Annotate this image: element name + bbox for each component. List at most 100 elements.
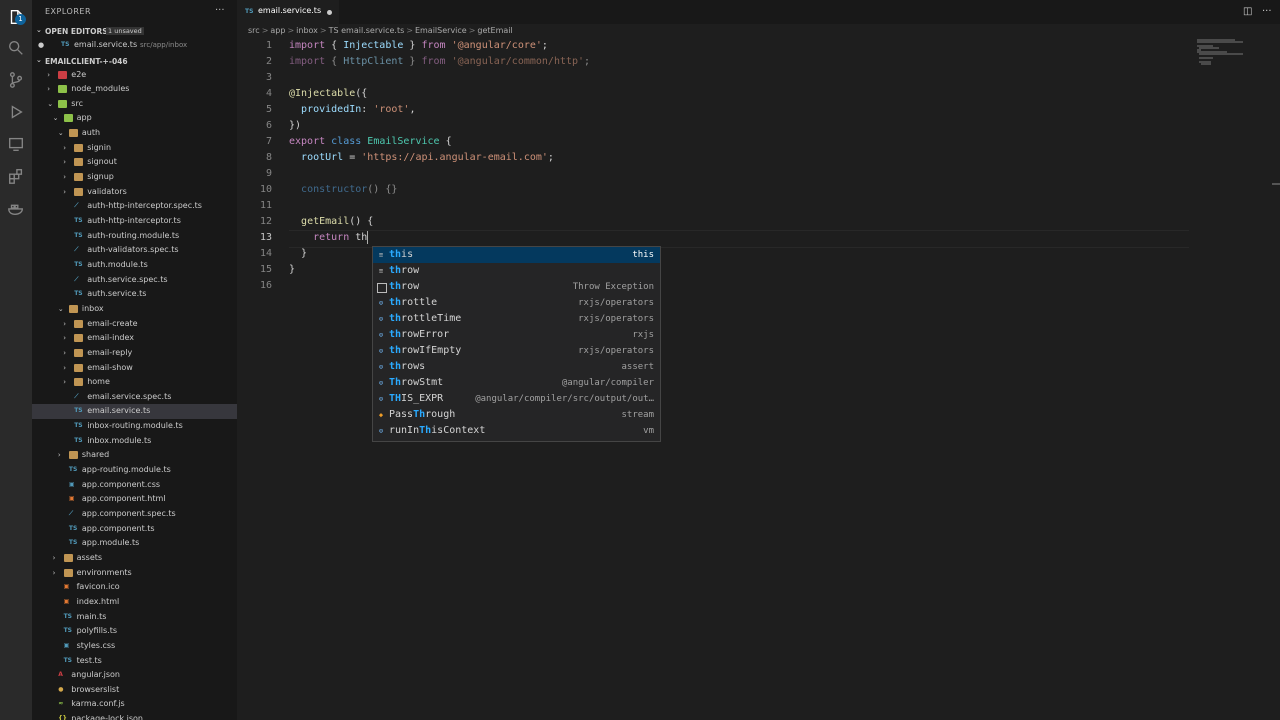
folder-signout[interactable]: › signout <box>32 155 237 170</box>
breadcrumb-item[interactable]: TS email.service.ts <box>329 26 405 35</box>
suggestion-item[interactable]: ⊙ THIS_EXPR @angular/compiler/src/output/o… <box>373 391 660 407</box>
suggestion-item[interactable]: ≡ this this <box>373 247 660 263</box>
suggestion-label: throws <box>389 361 426 372</box>
remote-explorer-icon[interactable] <box>6 134 26 154</box>
breadcrumb-item[interactable]: src <box>248 26 260 35</box>
code-line[interactable]: 3 <box>237 70 1267 86</box>
line-number: 8 <box>265 152 272 163</box>
suggestion-item[interactable]: ⊙ throttle rxjs/operators <box>373 295 660 311</box>
scrollbar-thumb[interactable] <box>1272 183 1280 185</box>
tab-email-service[interactable]: TS email.service.ts <box>237 0 339 24</box>
breadcrumb-item[interactable]: getEmail <box>477 26 512 35</box>
minimap[interactable] <box>1195 38 1265 68</box>
file-test.ts[interactable]: TS test.ts <box>32 654 237 669</box>
suggestion-item[interactable]: ⊙ throws assert <box>373 359 660 375</box>
code-line[interactable]: 2 import { HttpClient } from '@angular/co… <box>237 54 1267 70</box>
folder-validators[interactable]: › validators <box>32 185 237 200</box>
folder-email-show[interactable]: › email-show <box>32 361 237 376</box>
unsaved-dot-icon[interactable] <box>327 10 332 15</box>
suggestion-item[interactable]: ⊙ ThrowStmt @angular/compiler <box>373 375 660 391</box>
file-inbox.module.ts[interactable]: TS inbox.module.ts <box>32 434 237 449</box>
file-app.component.ts[interactable]: TS app.component.ts <box>32 522 237 537</box>
file-inbox-routing.module.ts[interactable]: TS inbox-routing.module.ts <box>32 419 237 434</box>
file-browserslist[interactable]: ● browserslist <box>32 683 237 698</box>
file-app-routing.module.ts[interactable]: TS app-routing.module.ts <box>32 463 237 478</box>
code-line[interactable]: 8 rootUrl = 'https://api.angular-email.c… <box>237 150 1267 166</box>
file-app.component.html[interactable]: ▣ app.component.html <box>32 492 237 507</box>
code-line[interactable]: 1 import { Injectable } from '@angular/co… <box>237 38 1267 54</box>
file-auth-routing.module.ts[interactable]: TS auth-routing.module.ts <box>32 229 237 244</box>
autocomplete-suggestions[interactable]: ≡ this this ≡ throw throw Throw Exception ⊙ thro… <box>372 246 661 442</box>
file-styles.css[interactable]: ▣ styles.css <box>32 639 237 654</box>
suggestion-item[interactable]: ⊙ throttleTime rxjs/operators <box>373 311 660 327</box>
code-line[interactable]: 12 getEmail() { <box>237 214 1267 230</box>
run-debug-icon[interactable] <box>6 102 26 122</box>
breadcrumb-separator: > <box>287 26 295 35</box>
folder-email-index[interactable]: › email-index <box>32 331 237 346</box>
code-line[interactable]: 9 <box>237 166 1267 182</box>
suggestion-item[interactable]: ⊙ runInThisContext vm <box>373 423 660 439</box>
source-control-icon[interactable] <box>6 70 26 90</box>
code-line[interactable]: 13 return th <box>237 230 1267 246</box>
folder-node_modules[interactable]: › node_modules <box>32 82 237 97</box>
suggestion-item[interactable]: ◆ PassThrough stream <box>373 407 660 423</box>
search-icon[interactable] <box>6 38 26 58</box>
code-line[interactable]: 11 <box>237 198 1267 214</box>
file-app.component.spec.ts[interactable]: ⟋ app.component.spec.ts <box>32 507 237 522</box>
unsaved-dot-icon[interactable]: ● <box>38 38 44 53</box>
folder-signin[interactable]: › signin <box>32 141 237 156</box>
code-line[interactable]: 7 export class EmailService { <box>237 134 1267 150</box>
file-app.module.ts[interactable]: TS app.module.ts <box>32 536 237 551</box>
folder-auth[interactable]: ⌄ auth <box>32 126 237 141</box>
file-angular.json[interactable]: Aangular.json <box>32 668 237 683</box>
more-actions-icon[interactable]: ··· <box>1262 6 1272 17</box>
folder-email-create[interactable]: › email-create <box>32 317 237 332</box>
file-app.component.css[interactable]: ▣ app.component.css <box>32 478 237 493</box>
file-main.ts[interactable]: TS main.ts <box>32 610 237 625</box>
file-favicon.ico[interactable]: ▣ favicon.ico <box>32 580 237 595</box>
file-polyfills.ts[interactable]: TS polyfills.ts <box>32 624 237 639</box>
suggestion-item[interactable]: ≡ throw <box>373 263 660 279</box>
breadcrumb-item[interactable]: EmailService <box>415 26 467 35</box>
file-auth.service.spec.ts[interactable]: ⟋ auth.service.spec.ts <box>32 273 237 288</box>
suggestion-item[interactable]: ⊙ throwError rxjs <box>373 327 660 343</box>
docker-icon[interactable] <box>6 198 26 218</box>
file-email.service.spec.ts[interactable]: ⟋ email.service.spec.ts <box>32 390 237 405</box>
folder-shared[interactable]: › shared <box>32 448 237 463</box>
breadcrumb-item[interactable]: inbox <box>296 26 318 35</box>
file-package-lock.json[interactable]: {} package-lock.json <box>32 712 237 720</box>
split-editor-icon[interactable]: ◫ <box>1243 6 1252 17</box>
code-line[interactable]: 6}) <box>237 118 1267 134</box>
code-line[interactable]: 4 @Injectable({ <box>237 86 1267 102</box>
extensions-icon[interactable] <box>6 166 26 186</box>
file-email.service.ts[interactable]: TS email.service.ts <box>32 404 237 420</box>
file-auth.service.ts[interactable]: TS auth.service.ts <box>32 287 237 302</box>
tree-item-label: assets <box>76 552 103 562</box>
variable-icon: ⊙ <box>378 427 384 435</box>
editor-scrollbar[interactable] <box>1270 38 1280 720</box>
open-editor-item[interactable]: ● TS email.service.ts src/app/inbox <box>32 38 237 53</box>
folder-e2e[interactable]: › e2e <box>32 68 237 83</box>
folder-signup[interactable]: › signup <box>32 170 237 185</box>
file-auth.module.ts[interactable]: TS auth.module.ts <box>32 258 237 273</box>
code-line[interactable]: 5 providedIn: 'root', <box>237 102 1267 118</box>
suggestion-item[interactable]: ⊙ throwIfEmpty rxjs/operators <box>373 343 660 359</box>
suggestion-label: ThrowStmt <box>389 377 444 388</box>
open-editors-section[interactable]: ⌄ OPEN EDITORS 1 unsaved <box>32 25 237 39</box>
more-actions-icon[interactable]: ··· <box>215 5 225 16</box>
folder-environments[interactable]: › environments <box>32 566 237 581</box>
file-auth-http-interceptor.spec.ts[interactable]: ⟋ auth-http-interceptor.spec.ts <box>32 199 237 214</box>
file-karma.conf.js[interactable]: ≈ karma.conf.js <box>32 697 237 712</box>
suggestion-item[interactable]: throw Throw Exception <box>373 279 660 295</box>
file-auth-http-interceptor.ts[interactable]: TS auth-http-interceptor.ts <box>32 214 237 229</box>
code-line[interactable]: 10 constructor() {} <box>237 182 1267 198</box>
folder-app[interactable]: ⌄ app <box>32 111 237 126</box>
folder-email-reply[interactable]: › email-reply <box>32 346 237 361</box>
file-auth-validators.spec.ts[interactable]: ⟋ auth-validators.spec.ts <box>32 243 237 258</box>
folder-src[interactable]: ⌄ src <box>32 97 237 112</box>
folder-assets[interactable]: › assets <box>32 551 237 566</box>
folder-home[interactable]: › home <box>32 375 237 390</box>
file-index.html[interactable]: ▣ index.html <box>32 595 237 610</box>
breadcrumb-item[interactable]: app <box>270 26 285 35</box>
folder-inbox[interactable]: ⌄ inbox <box>32 302 237 317</box>
